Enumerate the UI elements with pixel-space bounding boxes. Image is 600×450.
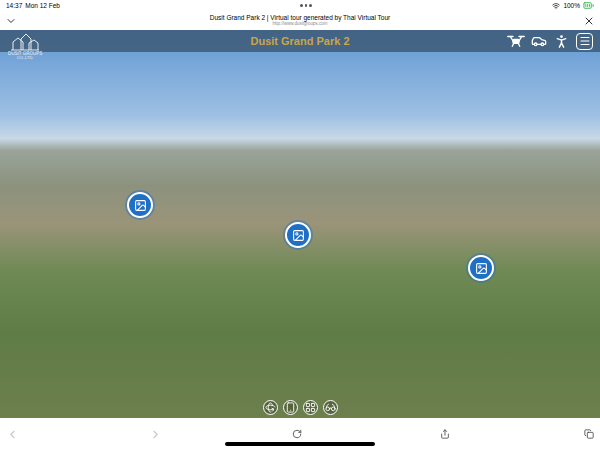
photo-icon — [292, 229, 305, 242]
tour-view[interactable]: Dusit Grand Park 2 DUSIT GROUPSCO.,LTD. — [0, 30, 600, 418]
walk-icon — [553, 33, 570, 50]
browser-header: Dusit Grand Park 2 | Virtual tour genera… — [0, 11, 600, 30]
battery-percent: 100% — [563, 1, 580, 11]
control-button[interactable] — [263, 400, 278, 415]
control-button[interactable] — [283, 400, 298, 415]
page-title: Dusit Grand Park 2 | Virtual tour genera… — [210, 14, 390, 21]
wifi-icon — [552, 2, 560, 10]
menu-icon — [579, 35, 591, 47]
hotspot-pin[interactable] — [285, 222, 311, 248]
browser-toolbar — [0, 418, 600, 450]
status-time: 14:37 — [6, 1, 22, 11]
tour-title: Dusit Grand Park 2 — [250, 33, 349, 50]
page-url: http://www.dusitgroups.com — [272, 22, 327, 27]
brand-logo: DUSIT GROUPSCO.,LTD. — [8, 33, 42, 61]
tour-top-bar: Dusit Grand Park 2 — [0, 30, 600, 52]
drone-icon — [507, 34, 525, 48]
tour-controls — [0, 400, 600, 415]
hotspot-pin[interactable] — [127, 192, 153, 218]
close-icon[interactable] — [583, 15, 595, 27]
home-indicator — [225, 442, 375, 446]
share-icon[interactable] — [440, 429, 450, 439]
logo-sub: CO.,LTD. — [17, 56, 34, 61]
control-button[interactable] — [323, 400, 338, 415]
mode-button[interactable] — [553, 33, 570, 50]
status-bar: 14:37Mon 12 Feb 100% — [0, 0, 600, 11]
autorotate-icon — [265, 402, 276, 413]
photo-icon — [475, 262, 488, 275]
battery-icon — [583, 0, 594, 11]
car-icon — [531, 33, 547, 49]
gallery-icon — [305, 402, 316, 413]
back-icon[interactable] — [6, 428, 19, 441]
mode-button[interactable] — [576, 33, 593, 50]
control-button[interactable] — [303, 400, 318, 415]
gyro-icon — [285, 402, 296, 413]
menu-icon-box — [576, 33, 593, 50]
status-date: Mon 12 Feb — [25, 1, 60, 11]
reload-icon[interactable] — [292, 429, 302, 439]
screen: 14:37Mon 12 Feb 100% Dusit Grand Park 2 | … — [0, 0, 600, 450]
hotspot-pin[interactable] — [468, 255, 494, 281]
tabs-icon[interactable] — [584, 429, 594, 439]
mode-button[interactable] — [531, 33, 547, 49]
vr-icon — [325, 402, 336, 413]
forward-icon[interactable] — [149, 428, 162, 441]
multitask-dots[interactable] — [300, 4, 312, 7]
mode-button[interactable] — [507, 34, 525, 48]
collapse-icon[interactable] — [5, 15, 17, 27]
photo-icon — [134, 199, 147, 212]
logo-icon — [10, 33, 40, 51]
